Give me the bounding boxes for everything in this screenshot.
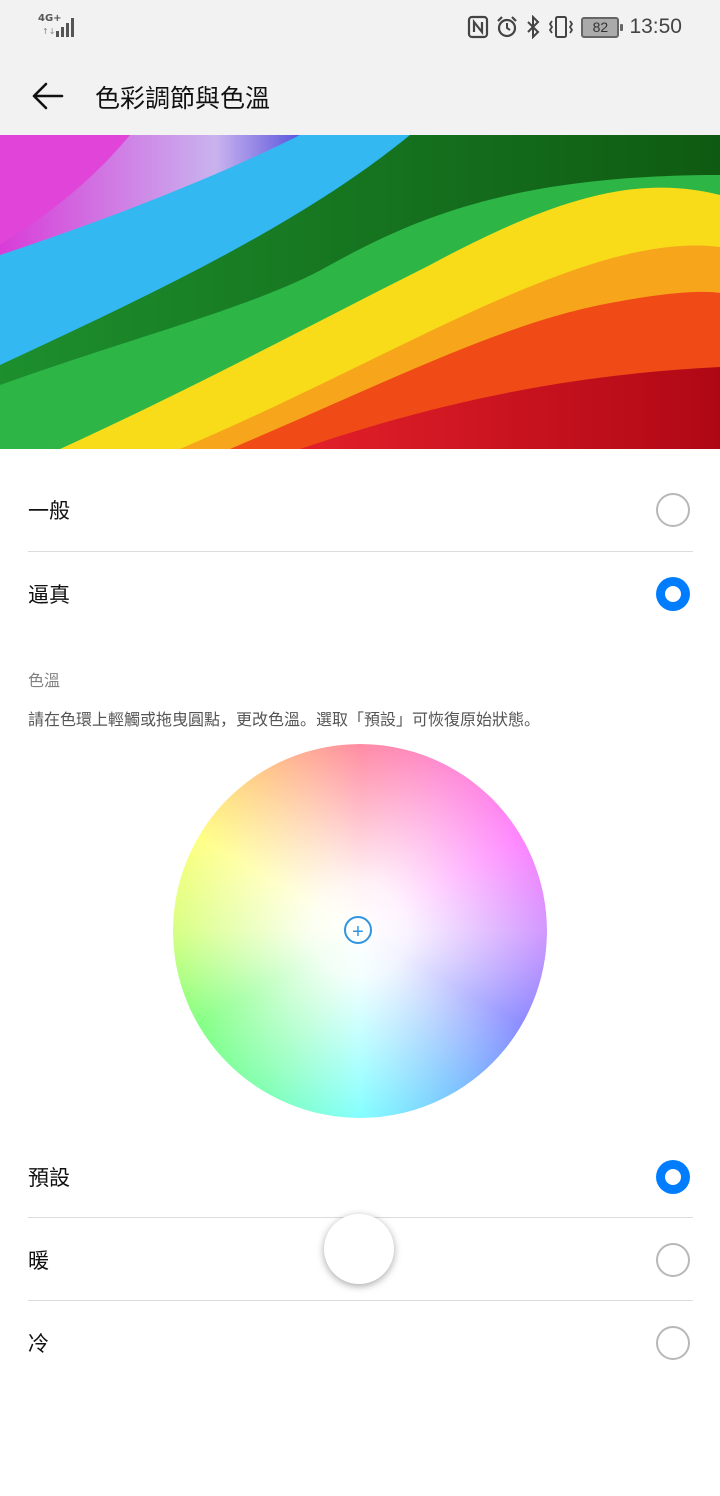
page-title: 色彩調節與色溫 bbox=[95, 84, 271, 113]
radio-button-checked[interactable] bbox=[656, 577, 690, 611]
option-label: 預設 bbox=[28, 1166, 70, 1190]
temperature-option-cool[interactable]: 冷 bbox=[0, 1302, 720, 1384]
option-label: 一般 bbox=[28, 499, 70, 523]
bluetooth-icon bbox=[527, 15, 540, 39]
color-temperature-hint: 請在色環上輕觸或拖曳圓點，更改色溫。選取「預設」可恢復原始狀態。 bbox=[28, 710, 541, 729]
clock: 13:50 bbox=[629, 15, 682, 38]
divider bbox=[28, 1300, 693, 1301]
signal-strength-icon bbox=[56, 18, 74, 37]
back-arrow-icon[interactable] bbox=[28, 76, 68, 116]
cellular-status: 4G+ ↑↓ bbox=[38, 13, 78, 41]
rainbow-preview-image bbox=[0, 135, 720, 449]
color-mode-option-normal[interactable]: 一般 bbox=[0, 469, 720, 551]
vibrate-icon bbox=[549, 16, 574, 38]
status-bar: 4G+ ↑↓ 82 13:50 bbox=[0, 0, 720, 54]
alarm-icon bbox=[497, 16, 518, 38]
divider bbox=[28, 551, 693, 552]
section-title-color-temperature: 色溫 bbox=[28, 671, 61, 690]
radio-button[interactable] bbox=[656, 493, 690, 527]
radio-button[interactable] bbox=[656, 1243, 690, 1277]
status-icons: 82 13:50 bbox=[467, 10, 682, 44]
radio-button[interactable] bbox=[656, 1326, 690, 1360]
nfc-icon bbox=[468, 15, 489, 39]
radio-button-checked[interactable] bbox=[656, 1160, 690, 1194]
temperature-option-default[interactable]: 預設 bbox=[0, 1136, 720, 1218]
color-wheel-marker[interactable]: + bbox=[344, 916, 372, 944]
floating-drag-handle[interactable] bbox=[324, 1214, 394, 1284]
option-label: 暖 bbox=[28, 1249, 49, 1273]
option-label: 冷 bbox=[28, 1332, 49, 1356]
option-label: 逼真 bbox=[28, 583, 70, 607]
app-bar: 色彩調節與色溫 bbox=[0, 54, 720, 135]
color-mode-option-vivid[interactable]: 逼真 bbox=[0, 553, 720, 635]
battery-icon: 82 bbox=[581, 16, 624, 38]
